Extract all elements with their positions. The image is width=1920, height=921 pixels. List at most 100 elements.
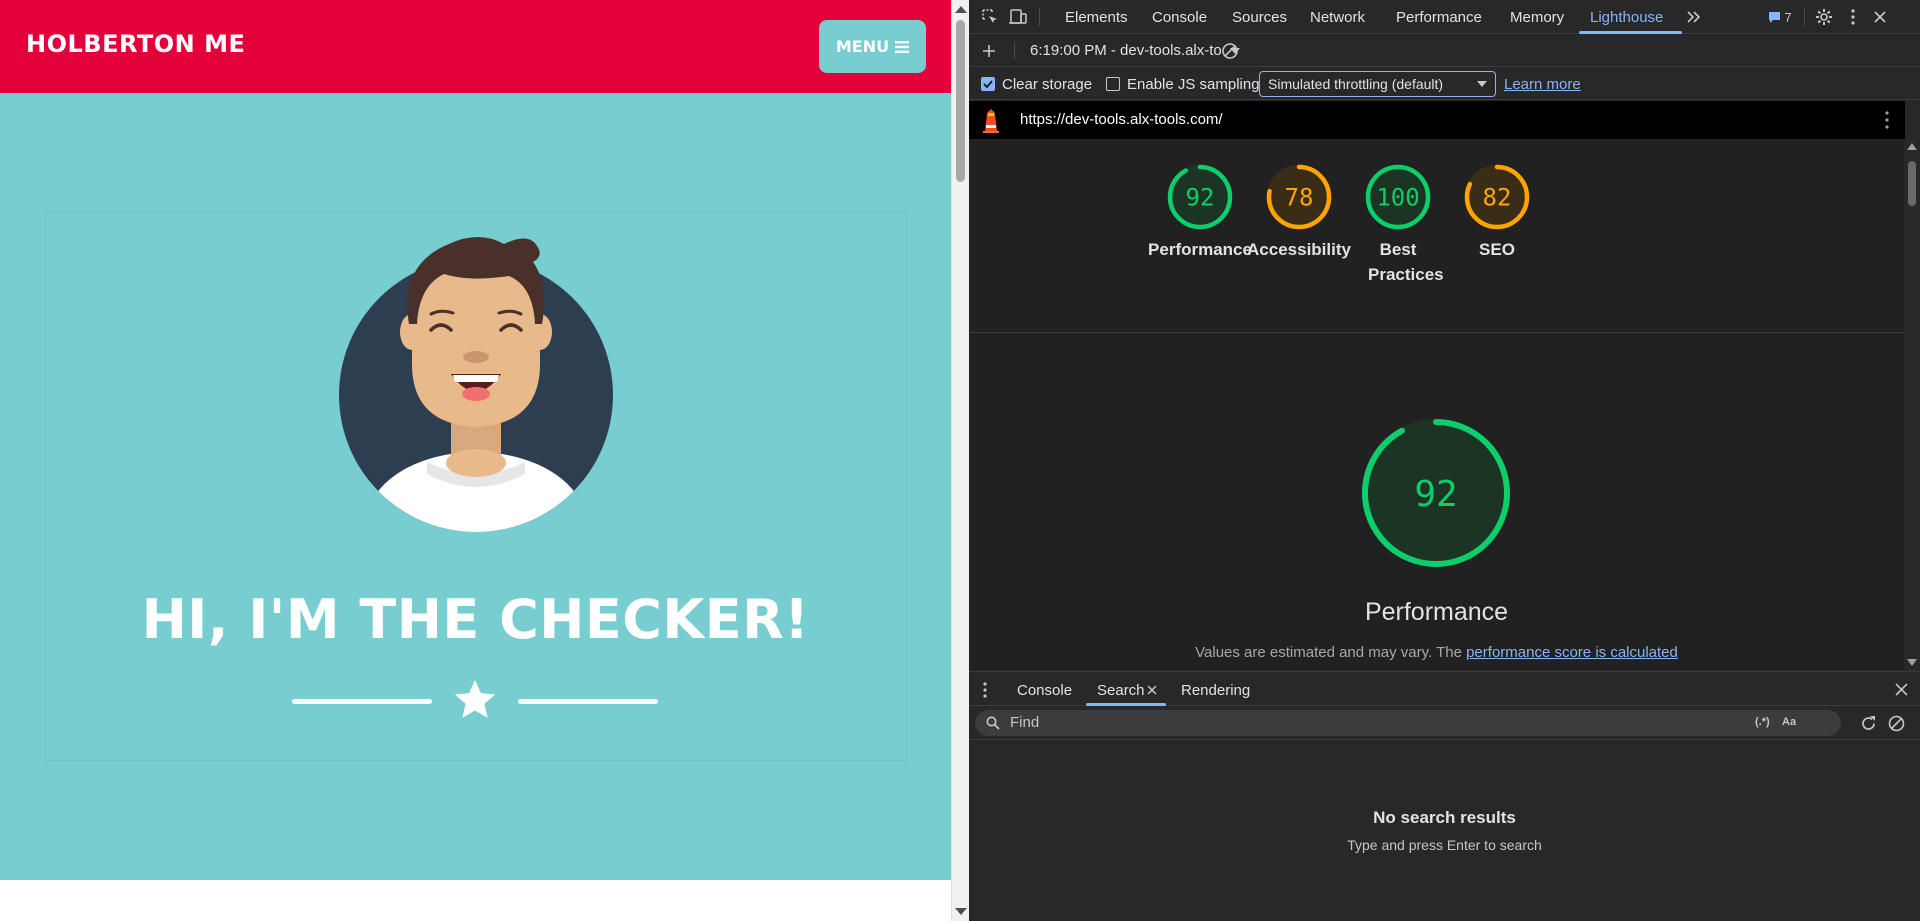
gauge-best-practices[interactable]: 100 Best Practices [1343,163,1453,287]
report-scrollbar-thumb[interactable] [1908,161,1916,206]
gauge-score: 92 [1414,474,1457,515]
drawer-tab-rendering[interactable]: Rendering [1181,682,1250,699]
throttling-select-value: Simulated throttling (default) [1268,76,1444,92]
divider-line-left [292,699,432,704]
performance-note-text: Values are estimated and may vary. The [1195,644,1467,661]
drawer-tab-search[interactable]: Search [1097,682,1145,699]
gauge-score: 100 [1376,184,1419,212]
tab-lighthouse[interactable]: Lighthouse [1590,9,1663,26]
search-input-box[interactable]: Find (.*) Aa [975,710,1841,736]
site-brand[interactable]: HOLBERTON ME [26,30,245,58]
report-selector-label: 6:19:00 PM - dev-tools.alx-to [1030,42,1222,59]
settings-gear-icon[interactable] [1813,6,1835,28]
refresh-icon[interactable] [1860,715,1877,732]
report-url-bar: https://dev-tools.alx-tools.com/ [969,101,1905,139]
close-search-tab-icon[interactable] [1147,685,1157,695]
no-results-hint: Type and press Enter to search [1347,837,1542,853]
lighthouse-report: 92 Performance 78 Accessibility 100 Best Prac… [969,139,1904,670]
clear-storage-label[interactable]: Clear storage [1002,76,1092,93]
gauge-score: 82 [1483,184,1512,212]
tab-performance[interactable]: Performance [1396,9,1482,26]
issues-count: 7 [1784,9,1792,25]
search-input[interactable]: Find [1010,714,1039,731]
dropdown-arrow-icon [1477,81,1487,87]
performance-calc-link[interactable]: performance score is calculated [1466,644,1678,661]
clear-search-icon[interactable] [1888,715,1905,732]
website-scrollbar[interactable] [951,0,969,921]
menu-button[interactable]: MENU [819,20,926,73]
gauges-divider [969,332,1904,333]
gauge-label: Accessibility [1247,240,1351,259]
hero-divider [292,675,658,725]
drawer-menu-icon[interactable] [983,682,987,698]
search-results: No search results Type and press Enter t… [969,740,1920,921]
drawer-tab-console[interactable]: Console [1017,682,1072,699]
kebab-menu-icon[interactable] [1842,6,1864,28]
gauge-label: SEO [1479,240,1515,259]
divider-line-right [518,699,658,704]
gauge-ring: 78 [1266,164,1332,230]
report-menu-icon[interactable] [1885,111,1889,129]
lighthouse-options: Clear storage Enable JS sampling Simulat… [969,68,1920,100]
performance-title: Performance [1364,598,1509,626]
site-navbar: HOLBERTON ME MENU [0,0,951,93]
toolbar-separator [1014,42,1015,60]
gauge-ring: 92 [1167,164,1233,230]
gauge-seo[interactable]: 82 SEO [1442,163,1552,262]
tab-memory[interactable]: Memory [1510,9,1564,26]
scroll-up-arrow-icon[interactable] [955,6,967,13]
issues-button[interactable]: 7 [1762,6,1798,28]
gauge-performance[interactable]: 92 Performance [1145,163,1255,262]
gauge-score: 78 [1285,184,1314,212]
report-selector[interactable]: 6:19:00 PM - dev-tools.alx-to [1030,42,1240,59]
clear-storage-checkbox[interactable] [981,77,995,91]
issues-icon [1769,11,1781,23]
drawer-tabbar: Console Search Rendering [969,671,1920,706]
new-report-plus-icon[interactable] [978,40,1000,62]
device-toolbar-icon[interactable] [1007,6,1029,28]
close-drawer-icon[interactable] [1895,683,1908,696]
active-tab-indicator [1579,31,1682,34]
checkmark-icon [983,80,993,89]
search-icon [986,716,1000,730]
website-viewport: HOLBERTON ME MENU HI, I'M THE CHECKER! [0,0,951,921]
devtools-tabbar: Elements Console Sources Network Perform… [969,0,1920,34]
gauge-accessibility[interactable]: 78 Accessibility [1244,163,1354,262]
tabbar-separator [1039,8,1040,26]
scroll-up-arrow-icon[interactable] [1907,143,1917,150]
lighthouse-toolbar: 6:19:00 PM - dev-tools.alx-to [969,35,1920,67]
tabbar-separator [1804,8,1805,26]
performance-big-gauge: 92 [1362,419,1510,567]
inspect-element-icon[interactable] [979,6,1001,28]
hero-section: HI, I'M THE CHECKER! [0,93,951,880]
js-sampling-checkbox[interactable] [1106,77,1120,91]
gauge-label: Performance [1148,240,1252,259]
lighthouse-logo-icon [983,109,999,133]
tab-console[interactable]: Console [1152,9,1207,26]
no-results-title: No search results [1373,808,1516,827]
search-row: Find (.*) Aa [969,706,1920,740]
learn-more-link[interactable]: Learn more [1504,76,1581,93]
performance-note: Values are estimated and may vary. The p… [969,644,1904,661]
close-devtools-icon[interactable] [1869,6,1891,28]
clear-reports-icon[interactable] [1219,40,1241,62]
regex-toggle[interactable]: (.*) [1755,716,1770,728]
tab-network[interactable]: Network [1310,9,1365,26]
gauge-ring: 100 [1365,164,1431,230]
scroll-down-arrow-icon[interactable] [1907,659,1917,666]
hamburger-icon [895,40,910,53]
js-sampling-label[interactable]: Enable JS sampling [1127,76,1260,93]
devtools-panel: Elements Console Sources Network Perform… [969,0,1920,921]
tab-elements[interactable]: Elements [1065,9,1128,26]
report-url[interactable]: https://dev-tools.alx-tools.com/ [1020,111,1223,128]
more-tabs-chevron-icon[interactable] [1683,6,1705,28]
menu-label: MENU [835,37,890,56]
tab-sources[interactable]: Sources [1232,9,1287,26]
report-scrollbar[interactable] [1904,139,1920,670]
match-case-toggle[interactable]: Aa [1782,716,1796,728]
throttling-select[interactable]: Simulated throttling (default) [1259,71,1496,97]
star-icon [454,679,496,718]
scrollbar-thumb[interactable] [956,20,965,182]
gauge-score: 92 [1186,184,1215,212]
scroll-down-arrow-icon[interactable] [955,908,967,915]
